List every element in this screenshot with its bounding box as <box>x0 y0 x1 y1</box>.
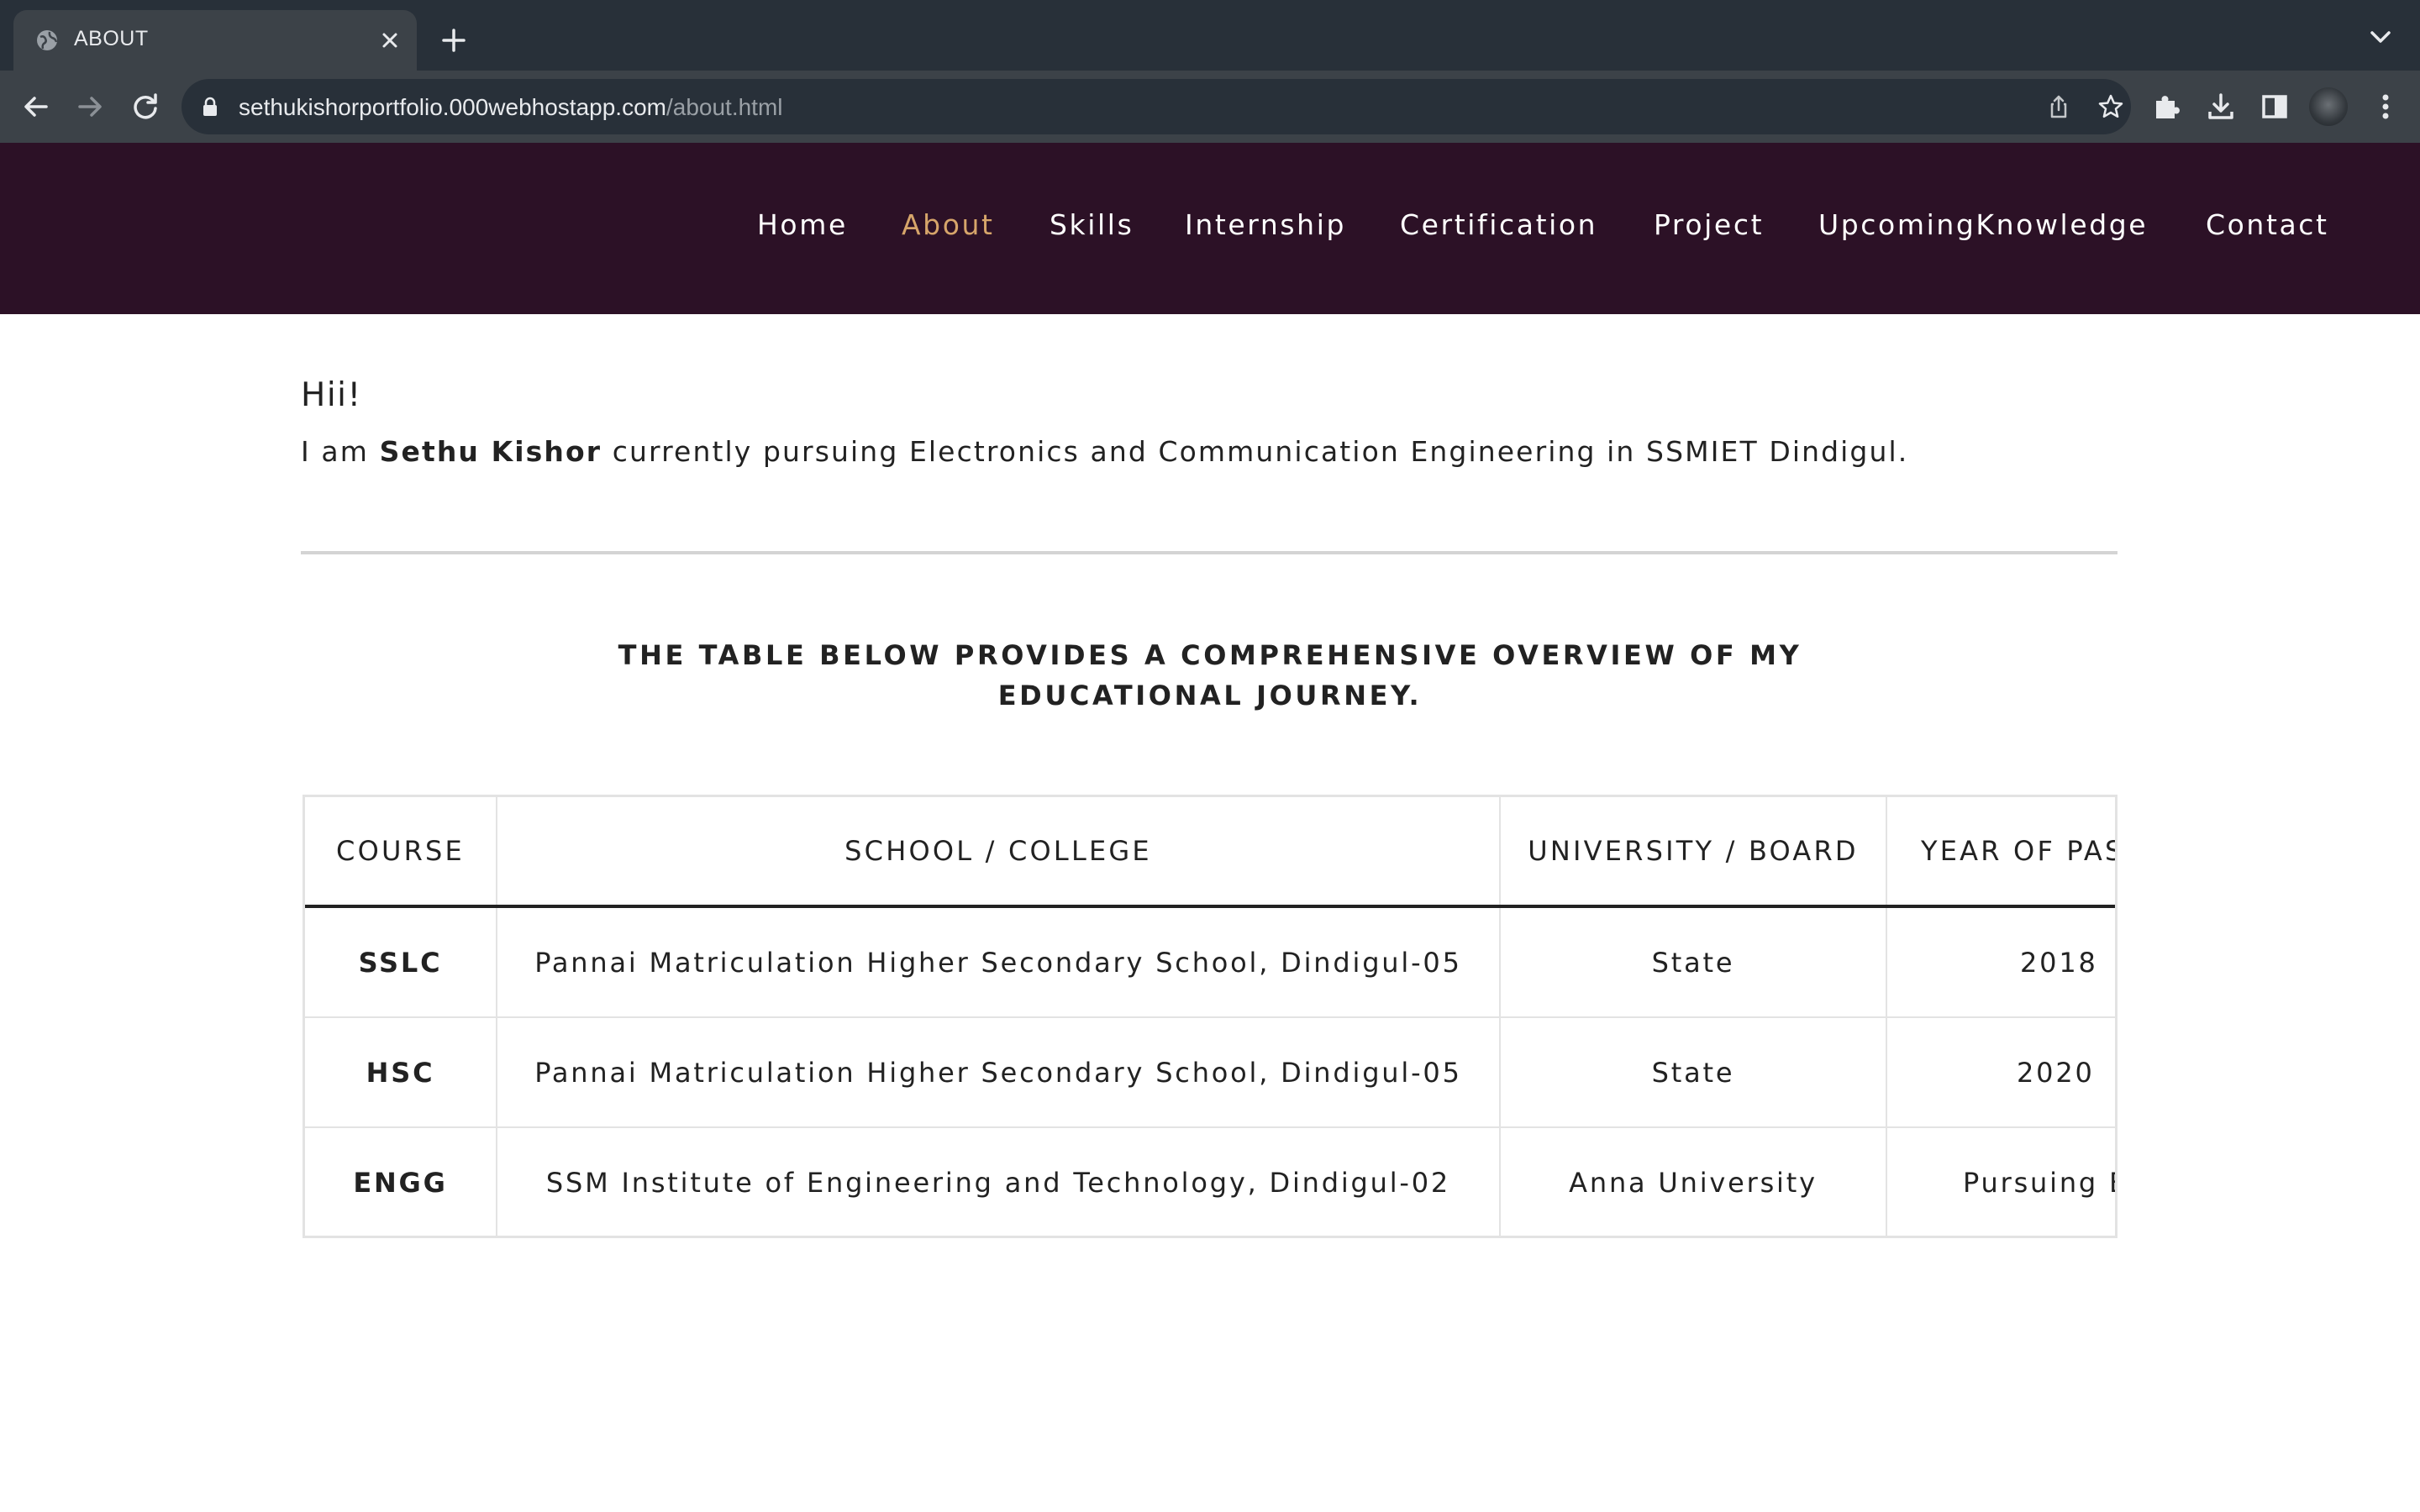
intro-prefix: I am <box>301 435 380 468</box>
table-row: ENGG SSM Institute of Engineering and Te… <box>305 1127 2115 1236</box>
table-row: SSLC Pannai Matriculation Higher Seconda… <box>305 906 2115 1018</box>
side-panel-icon[interactable] <box>2257 89 2292 124</box>
nav-certification[interactable]: Certification <box>1400 208 1597 241</box>
back-arrow-icon[interactable] <box>18 89 54 124</box>
chevron-down-icon[interactable] <box>2368 29 2393 45</box>
education-table-container[interactable]: COURSE SCHOOL / COLLEGE UNIVERSITY / BOA… <box>302 795 2118 1238</box>
intro-paragraph: I am Sethu Kishor currently pursuing Ele… <box>301 435 1908 468</box>
nav-about[interactable]: About <box>902 208 995 241</box>
download-icon[interactable] <box>2203 89 2238 124</box>
nav-internship[interactable]: Internship <box>1185 208 1346 241</box>
cell-school: Pannai Matriculation Higher Secondary Sc… <box>497 906 1501 1018</box>
intro-name: Sethu Kishor <box>379 435 602 468</box>
header-university: UNIVERSITY / BOARD <box>1500 797 1887 908</box>
nav-contact[interactable]: Contact <box>2206 208 2329 241</box>
nav-upcomingknowledge[interactable]: UpcomingKnowledge <box>1818 208 2148 241</box>
address-bar[interactable]: sethukishorportfolio.000webhostapp.com/a… <box>182 79 2131 134</box>
lock-icon[interactable] <box>202 97 218 117</box>
url-text[interactable]: sethukishorportfolio.000webhostapp.com/a… <box>239 94 783 121</box>
header-course: COURSE <box>305 797 497 908</box>
nav-home[interactable]: Home <box>757 208 848 241</box>
cell-year: 2020 <box>1886 1017 2115 1128</box>
tab-title: ABOUT <box>74 27 149 50</box>
table-header-row: COURSE SCHOOL / COLLEGE UNIVERSITY / BOA… <box>305 797 2115 908</box>
cell-school: SSM Institute of Engineering and Technol… <box>497 1127 1501 1236</box>
cell-school: Pannai Matriculation Higher Secondary Sc… <box>497 1017 1501 1128</box>
url-host: sethukishorportfolio.000webhostapp.com <box>239 94 666 120</box>
education-heading-line-1: THE TABLE BELOW PROVIDES A COMPREHENSIVE… <box>618 639 1802 671</box>
globe-icon <box>37 30 58 50</box>
cell-university: Anna University <box>1500 1127 1887 1236</box>
section-divider <box>301 551 2118 554</box>
cell-year: 2018 <box>1886 906 2115 1018</box>
cell-course: SSLC <box>305 906 497 1018</box>
cell-year: Pursuing B.E <box>1886 1127 2115 1236</box>
nav-skills[interactable]: Skills <box>1050 208 1134 241</box>
education-heading: THE TABLE BELOW PROVIDES A COMPREHENSIVE… <box>538 635 1882 716</box>
header-year: YEAR OF PASSING <box>1886 797 2115 908</box>
extensions-puzzle-icon[interactable] <box>2149 89 2185 124</box>
intro-suffix: currently pursuing Electronics and Commu… <box>602 435 1909 468</box>
cell-course: ENGG <box>305 1127 497 1236</box>
table-row: HSC Pannai Matriculation Higher Secondar… <box>305 1017 2115 1128</box>
nav-project[interactable]: Project <box>1654 208 1764 241</box>
cell-university: State <box>1500 906 1887 1018</box>
star-icon[interactable] <box>2097 93 2124 120</box>
cell-university: State <box>1500 1017 1887 1128</box>
profile-avatar[interactable] <box>2309 87 2348 126</box>
new-tab-plus-icon[interactable] <box>439 25 469 55</box>
share-icon[interactable] <box>2045 93 2072 120</box>
education-heading-line-2: EDUCATIONAL JOURNEY. <box>997 680 1423 711</box>
forward-arrow-icon[interactable] <box>72 89 108 124</box>
site-header: Home About Skills Internship Certificati… <box>0 143 2420 314</box>
close-icon[interactable] <box>378 29 402 52</box>
header-school: SCHOOL / COLLEGE <box>497 797 1501 908</box>
browser-toolbar: sethukishorportfolio.000webhostapp.com/a… <box>0 71 2420 143</box>
browser-tab[interactable]: ABOUT <box>13 10 417 71</box>
cell-course: HSC <box>305 1017 497 1128</box>
reload-icon[interactable] <box>128 89 163 124</box>
education-table: COURSE SCHOOL / COLLEGE UNIVERSITY / BOA… <box>305 797 2115 1236</box>
greeting-text: Hii! <box>301 376 362 414</box>
browser-tab-strip: ABOUT <box>0 0 2420 71</box>
more-menu-icon[interactable] <box>2368 89 2403 124</box>
url-path: /about.html <box>666 94 783 120</box>
